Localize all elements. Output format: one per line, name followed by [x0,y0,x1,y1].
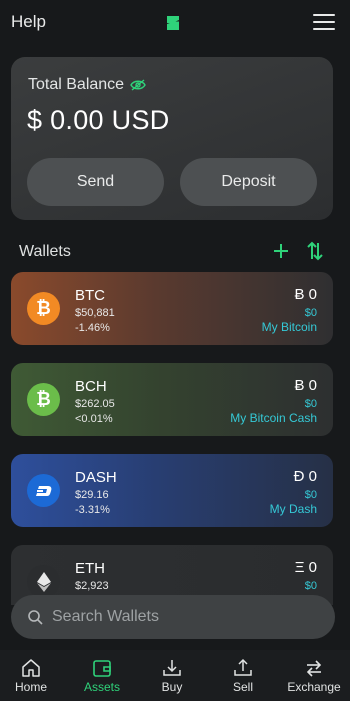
wallet-amount: Đ 0 [293,468,317,485]
wallet-usd-value: $0 [304,580,317,592]
nav-home[interactable]: Home [0,658,66,694]
deposit-button[interactable]: Deposit [180,158,317,206]
wallet-amount: Ƀ 0 [294,377,317,394]
wallet-price: $29.16 [75,489,109,501]
wallet-icon [93,660,111,677]
wallet-symbol: BCH [75,378,107,395]
nav-sell[interactable]: Sell [208,658,278,694]
exchange-icon [306,660,322,677]
wallet-name: My Dash [269,502,317,516]
wallet-name: My Bitcoin [261,320,317,334]
hide-balance-icon[interactable] [130,79,146,91]
wallet-price: $50,881 [75,307,115,319]
wallet-card-dash[interactable]: DASH $29.16 -3.31% Đ 0 $0 My Dash [11,454,333,527]
app-header: Help [0,0,350,46]
dash-icon [27,474,60,507]
wallet-change: -1.46% [75,322,110,334]
nav-buy[interactable]: Buy [137,658,207,694]
wallet-amount: Ƀ 0 [294,286,317,303]
add-wallet-icon[interactable] [273,242,289,260]
wallet-usd-value: $0 [304,307,317,319]
buy-icon [163,660,181,676]
nav-assets[interactable]: Assets [67,658,137,694]
total-balance-card: Total Balance $ 0.00 USD Send Deposit [11,57,333,220]
app-logo-icon[interactable] [163,13,183,33]
nav-exchange[interactable]: Exchange [279,658,349,694]
bitcoin-cash-icon: ₿ [27,383,60,416]
wallet-amount: Ξ 0 [294,559,317,576]
help-link[interactable]: Help [11,12,46,32]
bottom-nav: Home Assets Buy Sell Exchange [0,650,350,701]
ethereum-icon [27,565,60,598]
wallet-symbol: DASH [75,469,117,486]
wallet-price: $2,923 [75,580,109,592]
wallet-change: -3.31% [75,504,110,516]
wallet-symbol: ETH [75,560,105,577]
search-icon [28,610,43,625]
wallet-usd-value: $0 [304,489,317,501]
search-wallets-input[interactable] [52,608,312,626]
bitcoin-icon: ₿ [27,292,60,325]
sell-icon [234,658,252,676]
send-button[interactable]: Send [27,158,164,206]
wallet-change: <0.01% [75,413,113,425]
total-balance-label: Total Balance [28,76,146,94]
wallet-symbol: BTC [75,287,105,304]
home-icon [22,659,40,677]
wallet-card-btc[interactable]: ₿ BTC $50,881 -1.46% Ƀ 0 $0 My Bitcoin [11,272,333,345]
wallet-price: $262.05 [75,398,115,410]
wallets-heading: Wallets [19,243,71,260]
wallet-card-bch[interactable]: ₿ BCH $262.05 <0.01% Ƀ 0 $0 My Bitcoin C… [11,363,333,436]
sort-wallets-icon[interactable] [305,240,325,262]
wallet-usd-value: $0 [304,398,317,410]
search-bar [11,595,335,639]
wallet-name: My Bitcoin Cash [230,411,317,425]
total-balance-value: $ 0.00 USD [27,105,170,135]
hamburger-menu-icon[interactable] [313,14,335,30]
